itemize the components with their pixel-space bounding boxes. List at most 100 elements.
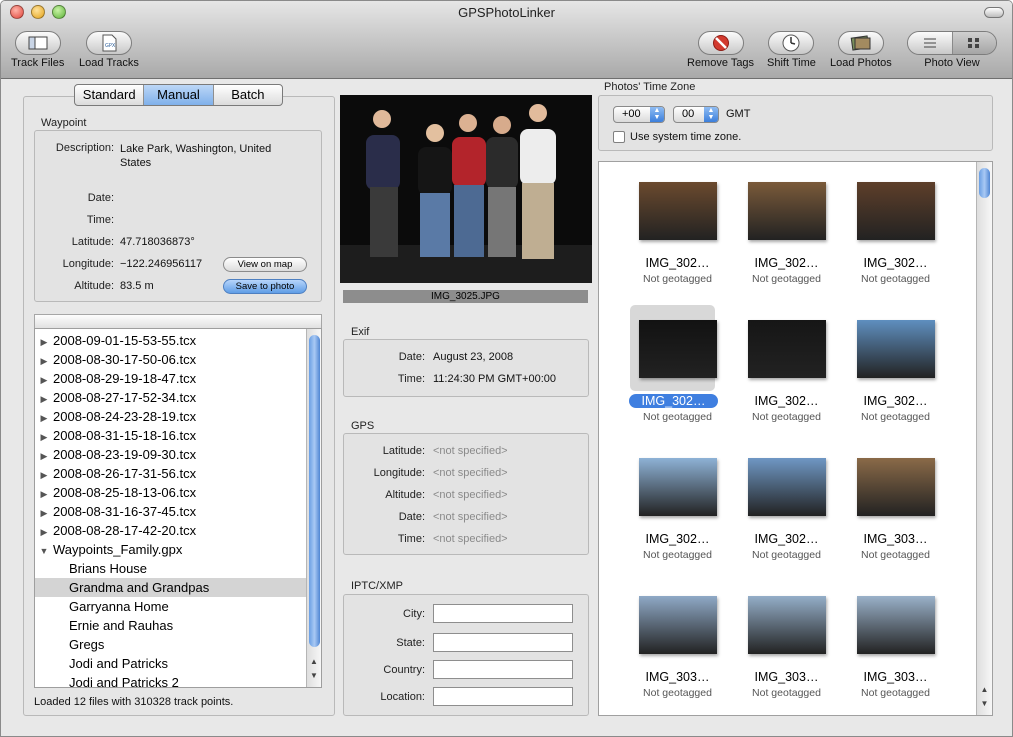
scroll-down-icon[interactable]: ▼: [977, 699, 992, 713]
tab-standard[interactable]: Standard: [75, 85, 145, 105]
waypoint-row[interactable]: Grandma and Grandpas: [35, 578, 321, 597]
gps-date-value: <not specified>: [433, 511, 508, 523]
geotag-status: Not geotagged: [861, 549, 930, 561]
country-label: Country:: [383, 664, 425, 676]
photo-preview: [340, 95, 592, 283]
use-system-timezone-checkbox[interactable]: [613, 131, 625, 143]
waypoint-row[interactable]: Jodi and Patricks: [35, 654, 321, 673]
scroll-thumb[interactable]: [309, 335, 320, 647]
shift-time-button[interactable]: Shift Time: [767, 31, 816, 69]
sidebar-icon: [14, 31, 61, 55]
photo-thumbnail[interactable]: [857, 458, 935, 516]
photo-thumbnail-cell[interactable]: IMG_302… Not geotagged: [623, 438, 732, 576]
save-to-photo-button[interactable]: Save to photo: [223, 279, 307, 294]
photo-thumbnail[interactable]: [748, 320, 826, 378]
country-field[interactable]: [433, 660, 573, 679]
photo-thumbnail-cell[interactable]: IMG_302… Not geotagged: [623, 162, 732, 300]
gps-date-label: Date:: [398, 511, 425, 523]
track-file-row[interactable]: ▶ 2008-08-27-17-52-34.tcx: [35, 388, 321, 407]
geotag-status: Not geotagged: [861, 411, 930, 423]
geotag-status: Not geotagged: [643, 549, 712, 561]
photo-thumbnail-cell[interactable]: IMG_303… Not geotagged: [841, 576, 950, 714]
timezone-hours-select[interactable]: +00 ▲ ▼: [613, 106, 665, 123]
photo-thumbnail-cell[interactable]: IMG_302… Not geotagged: [841, 162, 950, 300]
state-label: State:: [396, 637, 425, 649]
photo-thumbnail-cell[interactable]: IMG_303… Not geotagged: [841, 438, 950, 576]
photo-name: IMG_303…: [645, 670, 710, 684]
track-file-row[interactable]: ▶ 2008-08-24-23-28-19.tcx: [35, 407, 321, 426]
track-file-row[interactable]: ▶ 2008-08-28-17-42-20.tcx: [35, 521, 321, 540]
view-on-map-button[interactable]: View on map: [223, 257, 307, 272]
geotag-status: Not geotagged: [861, 687, 930, 699]
photo-thumbnail-cell[interactable]: IMG_303… Not geotagged: [623, 576, 732, 714]
photo-name: IMG_302…: [754, 532, 819, 546]
photo-thumbnail[interactable]: [857, 182, 935, 240]
waypoint-row[interactable]: Jodi and Patricks 2: [35, 673, 321, 687]
photo-thumbnail[interactable]: [748, 458, 826, 516]
waypoint-row[interactable]: Garryanna Home: [35, 597, 321, 616]
track-file-row[interactable]: ▶ 2008-08-30-17-50-06.tcx: [35, 350, 321, 369]
city-field[interactable]: [433, 604, 573, 623]
location-field[interactable]: [433, 687, 573, 706]
scroll-up-icon[interactable]: ▲: [977, 685, 992, 699]
gps-latitude-value: <not specified>: [433, 445, 508, 457]
photo-name: IMG_303…: [863, 532, 928, 546]
list-view-icon[interactable]: [908, 32, 953, 54]
photo-view-control[interactable]: Photo View: [907, 31, 997, 69]
load-photos-button[interactable]: Load Photos: [830, 31, 892, 69]
photo-thumbnail-cell[interactable]: IMG_303… Not geotagged: [732, 576, 841, 714]
track-list-scrollbar[interactable]: ▲ ▼: [306, 329, 321, 687]
gps-time-value: <not specified>: [433, 533, 508, 545]
time-label: Time:: [86, 214, 114, 226]
latitude-value: 47.718036873°: [120, 236, 195, 248]
load-tracks-button[interactable]: GPX Load Tracks: [79, 31, 139, 69]
scroll-up-icon[interactable]: ▲: [307, 657, 321, 671]
waypoint-row[interactable]: Gregs: [35, 635, 321, 654]
timezone-minutes-select[interactable]: 00 ▲ ▼: [673, 106, 719, 123]
photo-name: IMG_302…: [645, 532, 710, 546]
waypoint-group-row[interactable]: ▼ Waypoints_Family.gpx: [35, 540, 321, 559]
track-file-row[interactable]: ▶ 2008-08-23-19-09-30.tcx: [35, 445, 321, 464]
waypoint-row[interactable]: Ernie and Rauhas: [35, 616, 321, 635]
track-file-row[interactable]: ▶ 2008-08-26-17-31-56.tcx: [35, 464, 321, 483]
photo-thumbnail-cell[interactable]: IMG_302… Not geotagged: [732, 438, 841, 576]
grid-view-icon[interactable]: [952, 32, 996, 54]
photo-thumbnail[interactable]: [639, 458, 717, 516]
photo-thumbnail[interactable]: [857, 320, 935, 378]
photo-thumbnail-cell[interactable]: IMG_302… Not geotagged: [841, 300, 950, 438]
photo-thumbnail-cell[interactable]: IMG_302… Not geotagged: [732, 162, 841, 300]
photo-name: IMG_302…: [645, 256, 710, 270]
scroll-thumb[interactable]: [979, 168, 990, 198]
track-file-row[interactable]: ▶ 2008-08-31-15-18-16.tcx: [35, 426, 321, 445]
tab-manual[interactable]: Manual: [144, 85, 214, 105]
no-entry-icon: [697, 31, 744, 55]
remove-tags-button[interactable]: Remove Tags: [687, 31, 754, 69]
photo-thumbnail[interactable]: [748, 182, 826, 240]
gps-longitude-value: <not specified>: [433, 467, 508, 479]
track-file-row[interactable]: ▶ 2008-09-01-15-53-55.tcx: [35, 331, 321, 350]
photo-name: IMG_302…: [754, 394, 819, 408]
photo-thumbnail[interactable]: [857, 596, 935, 654]
exif-box: [343, 339, 589, 397]
location-label: Location:: [380, 691, 425, 703]
stepper-arrows-icon: ▲ ▼: [704, 107, 718, 122]
photo-thumbnail[interactable]: [639, 320, 717, 378]
state-field[interactable]: [433, 633, 573, 652]
toolbar-toggle-button[interactable]: [984, 7, 1004, 18]
track-file-row[interactable]: ▶ 2008-08-25-18-13-06.tcx: [35, 483, 321, 502]
photo-thumbnail[interactable]: [748, 596, 826, 654]
track-files-button[interactable]: Track Files: [11, 31, 64, 69]
photo-thumbnail[interactable]: [639, 596, 717, 654]
scroll-down-icon[interactable]: ▼: [307, 671, 321, 685]
photo-thumbnail[interactable]: [639, 182, 717, 240]
photo-grid: IMG_302… Not geotagged IMG_302… Not geotagg…: [598, 161, 993, 716]
photo-grid-scrollbar[interactable]: ▲ ▼: [976, 162, 992, 715]
tab-batch[interactable]: Batch: [214, 85, 282, 105]
geotag-status: Not geotagged: [752, 687, 821, 699]
waypoint-row[interactable]: Brians House: [35, 559, 321, 578]
photo-thumbnail-cell[interactable]: IMG_302… Not geotagged: [623, 300, 732, 438]
track-file-row[interactable]: ▶ 2008-08-31-16-37-45.tcx: [35, 502, 321, 521]
track-file-row[interactable]: ▶ 2008-08-29-19-18-47.tcx: [35, 369, 321, 388]
gps-longitude-label: Longitude:: [373, 467, 425, 479]
photo-thumbnail-cell[interactable]: IMG_302… Not geotagged: [732, 300, 841, 438]
